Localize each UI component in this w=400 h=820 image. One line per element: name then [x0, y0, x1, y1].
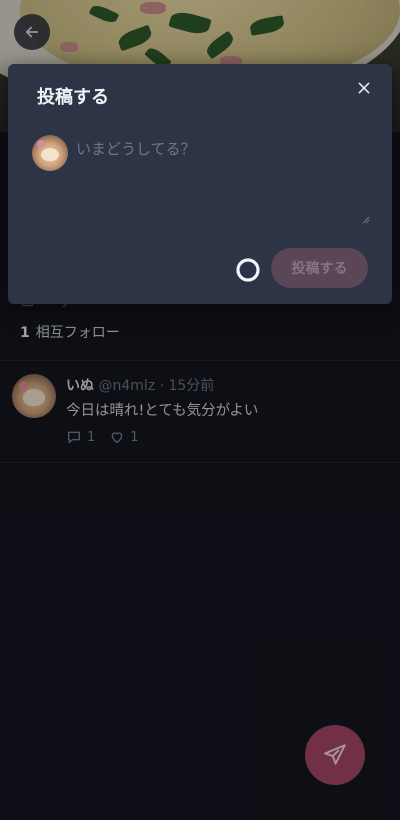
resize-handle-icon[interactable] [362, 216, 370, 224]
compose-dialog: 投稿する 投稿する [8, 64, 392, 304]
close-icon [358, 82, 370, 94]
close-button[interactable] [352, 76, 376, 100]
compose-textarea[interactable] [76, 138, 370, 224]
dialog-title: 投稿する [37, 87, 109, 108]
composer-avatar [32, 135, 68, 171]
post-button[interactable]: 投稿する [271, 248, 368, 288]
character-count-ring [236, 258, 260, 282]
